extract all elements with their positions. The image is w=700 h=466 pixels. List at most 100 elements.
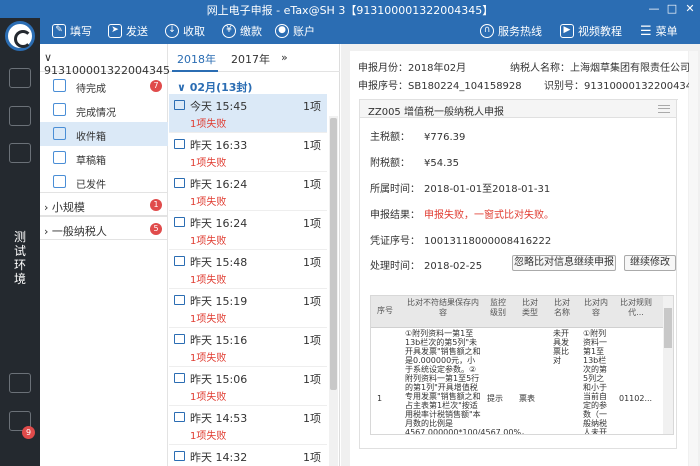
receive-label: 收取 <box>183 25 205 38</box>
comparison-table: 序号 比对不符结果保存内容 监控级别 比对类型 比对名称 比对内容 比对规则代.… <box>370 295 674 435</box>
video-label: 视频教程 <box>578 25 622 38</box>
message-item[interactable]: 昨天 15:48 1项失败 1项 <box>169 250 327 289</box>
nav-group-small-scale[interactable]: › 小规模 1 <box>40 192 168 216</box>
col-level: 监控级别 <box>490 298 506 317</box>
message-time: 昨天 15:48 <box>190 256 248 269</box>
toolbar: ✎ 填写 ➤ 发送 ↓ 收取 ¥ 缴款 ● 账户 ∩ 服务热线 ▶ 视频教程 ☰ 菜单 <box>40 18 700 44</box>
minimize-button[interactable]: — <box>646 2 662 16</box>
tab-2018[interactable]: 2018年 <box>177 51 216 67</box>
message-list-panel: 2018年 2017年 » ∨ 02月(13封) 今天 15:45 1项失败 1项昨… <box>169 44 340 466</box>
field-value: 2018-01-01至2018-01-31 <box>424 184 551 195</box>
message-item[interactable]: 昨天 14:321项失败1项 <box>169 445 327 466</box>
message-time: 昨天 14:32 <box>190 451 248 464</box>
title-bar: 网上电子申报 - eTax@SH 3【913100001322004345】 —… <box>0 0 700 18</box>
tab-underline <box>172 70 218 72</box>
grid-icon[interactable] <box>9 373 31 393</box>
message-status: 1项失败 <box>190 119 227 130</box>
field-value: ¥776.39 <box>424 132 466 143</box>
mail-icon <box>174 178 185 188</box>
message-item[interactable]: 今天 15:45 1项失败 1项 <box>169 94 327 133</box>
detail-scrollbar[interactable] <box>689 51 698 466</box>
mail-icon <box>174 100 185 110</box>
message-item[interactable]: 昨天 16:24 1项失败 1项 <box>169 172 327 211</box>
more-tabs-icon[interactable]: » <box>281 51 288 64</box>
month-field: 申报月份：2018年02月 <box>358 59 466 74</box>
env-label: 测试环境 <box>13 230 26 286</box>
nav-item-pending[interactable]: 待完成 7 <box>40 74 168 98</box>
month-field-value: 2018年02月 <box>408 63 467 74</box>
tab-2017[interactable]: 2017年 <box>231 51 270 67</box>
month-field-label: 申报月份： <box>358 63 408 74</box>
nav-item-inbox[interactable]: 收件箱 <box>40 122 168 146</box>
field-main-tax: 主税额： ¥776.39 <box>370 128 465 143</box>
col-detail: 比对内容 <box>584 298 608 317</box>
message-count: 1项 <box>303 412 321 425</box>
message-item[interactable]: 昨天 15:19 1项失败 1项 <box>169 289 327 328</box>
field-value: 申报失败，一窗式比对失败。 <box>424 210 554 221</box>
field-process-time: 处理时间： 2018-02-25 <box>370 257 482 272</box>
send-icon: ➤ <box>108 24 122 38</box>
message-status: 1项失败 <box>190 275 227 286</box>
account-label: 账户 <box>293 25 315 38</box>
message-count: 1项 <box>303 373 321 386</box>
message-item[interactable]: 昨天 15:06 1项失败 1项 <box>169 367 327 406</box>
panel-menu-icon[interactable] <box>658 105 670 113</box>
at-icon[interactable] <box>9 143 31 163</box>
field-label: 所属时间： <box>370 184 420 195</box>
group-badge: 1 <box>150 199 162 211</box>
seq-value: SB180224_104158928 <box>408 81 522 92</box>
mail-icon <box>174 256 185 266</box>
sent-icon <box>53 175 66 188</box>
cell-rule: 01102... <box>619 394 653 403</box>
form-title: ZZ005 增值税一般纳税人申报 <box>360 100 676 118</box>
video-button[interactable]: ▶ 视频教程 <box>560 22 622 40</box>
col-rule: 比对规则代... <box>620 298 652 317</box>
hamburger-icon: ☰ <box>640 23 652 39</box>
message-time: 昨天 15:16 <box>190 334 248 347</box>
account-button[interactable]: ● 账户 <box>275 22 315 40</box>
col-no: 序号 <box>377 306 393 315</box>
close-button[interactable]: ✕ <box>682 2 698 16</box>
fill-label: 填写 <box>70 25 92 38</box>
maximize-button[interactable]: □ <box>664 2 680 16</box>
document-icon[interactable] <box>9 106 31 126</box>
clipboard-icon <box>53 79 66 92</box>
message-count: 1项 <box>303 178 321 191</box>
message-item[interactable]: 昨天 16:24 1项失败 1项 <box>169 211 327 250</box>
taxpayer-selector[interactable]: ∨ 913100001322004345 <box>40 44 170 77</box>
month-group-header[interactable]: ∨ 02月(13封) <box>177 79 252 95</box>
receive-button[interactable]: ↓ 收取 <box>165 22 205 40</box>
message-time: 昨天 16:33 <box>190 139 248 152</box>
nav-item-sent[interactable]: 已发件 <box>40 170 168 194</box>
mail-icon <box>174 139 185 149</box>
pay-button[interactable]: ¥ 缴款 <box>222 22 262 40</box>
mail-icon <box>174 334 185 344</box>
nav-item-drafts[interactable]: 草稿箱 <box>40 146 168 170</box>
send-button[interactable]: ➤ 发送 <box>108 22 148 40</box>
hotline-button[interactable]: ∩ 服务热线 <box>480 22 542 40</box>
bank-icon[interactable] <box>9 68 31 88</box>
list-scroll-thumb[interactable] <box>330 118 337 390</box>
nav-group-general-taxpayer[interactable]: › 一般纳税人 5 <box>40 216 168 240</box>
edit-icon: ✎ <box>52 24 66 38</box>
message-count: 1项 <box>303 256 321 269</box>
field-result: 申报结果： 申报失败，一窗式比对失败。 <box>370 206 554 221</box>
menu-button[interactable]: ☰ 菜单 <box>640 22 678 40</box>
group-badge: 5 <box>150 223 162 235</box>
continue-edit-button[interactable]: 继续修改 <box>624 255 676 271</box>
message-status: 1项失败 <box>190 314 227 325</box>
message-item[interactable]: 昨天 14:53 1项失败 1项 <box>169 406 327 445</box>
cell-type: 票表 <box>519 394 535 403</box>
field-label: 申报结果： <box>370 210 420 221</box>
nav-item-completion[interactable]: 完成情况 <box>40 98 168 122</box>
fill-button[interactable]: ✎ 填写 <box>52 22 92 40</box>
message-item[interactable]: 昨天 15:16 1项失败 1项 <box>169 328 327 367</box>
message-count: 1项 <box>303 295 321 308</box>
yen-icon: ¥ <box>222 24 236 38</box>
nav-group-label: 小规模 <box>51 201 85 214</box>
ignore-and-continue-button[interactable]: 忽略比对信息继续申报 <box>512 255 616 271</box>
table-scroll-thumb[interactable] <box>664 308 672 348</box>
message-item[interactable]: 昨天 16:33 1项失败 1项 <box>169 133 327 172</box>
message-status: 1项失败 <box>190 158 227 169</box>
nav-panel: ∨ 913100001322004345 待完成 7 完成情况 收件箱 草稿箱 已… <box>40 44 170 466</box>
